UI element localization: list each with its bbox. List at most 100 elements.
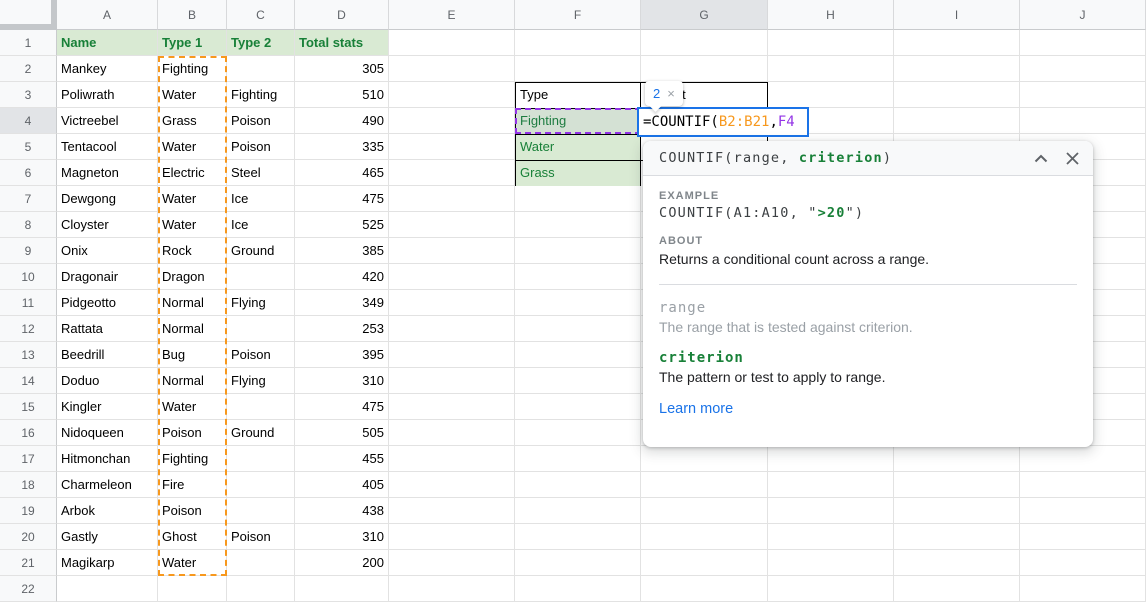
cell-C8[interactable]: Ice bbox=[227, 212, 295, 238]
cell-I19[interactable] bbox=[894, 498, 1020, 524]
cell-C19[interactable] bbox=[227, 498, 295, 524]
cell-H1[interactable] bbox=[768, 30, 894, 56]
row-header-9[interactable]: 9 bbox=[0, 238, 57, 264]
cell-B16[interactable]: Poison bbox=[158, 420, 227, 446]
cell-F4[interactable]: Fighting bbox=[516, 109, 641, 135]
formula-editor[interactable]: =COUNTIF(B2:B21,F4 bbox=[637, 107, 809, 137]
cell-A19[interactable]: Arbok bbox=[57, 498, 158, 524]
cell-A18[interactable]: Charmeleon bbox=[57, 472, 158, 498]
cell-C20[interactable]: Poison bbox=[227, 524, 295, 550]
cell-D22[interactable] bbox=[295, 576, 389, 602]
cell-B1[interactable]: Type 1 bbox=[158, 30, 227, 56]
cell-C18[interactable] bbox=[227, 472, 295, 498]
cell-G17[interactable] bbox=[641, 446, 768, 472]
cell-E21[interactable] bbox=[389, 550, 515, 576]
cell-H20[interactable] bbox=[768, 524, 894, 550]
cell-D10[interactable]: 420 bbox=[295, 264, 389, 290]
column-header-D[interactable]: D bbox=[295, 0, 389, 30]
cell-D18[interactable]: 405 bbox=[295, 472, 389, 498]
row-header-3[interactable]: 3 bbox=[0, 82, 57, 108]
row-header-8[interactable]: 8 bbox=[0, 212, 57, 238]
collapse-icon[interactable] bbox=[1034, 154, 1048, 163]
cell-D6[interactable]: 465 bbox=[295, 160, 389, 186]
cell-B11[interactable]: Normal bbox=[158, 290, 227, 316]
cell-C12[interactable] bbox=[227, 316, 295, 342]
cell-C15[interactable] bbox=[227, 394, 295, 420]
cell-G1[interactable] bbox=[641, 30, 768, 56]
cell-A9[interactable]: Onix bbox=[57, 238, 158, 264]
cell-D20[interactable]: 310 bbox=[295, 524, 389, 550]
cell-B10[interactable]: Dragon bbox=[158, 264, 227, 290]
cell-B2[interactable]: Fighting bbox=[158, 56, 227, 82]
cell-A21[interactable]: Magikarp bbox=[57, 550, 158, 576]
cell-E22[interactable] bbox=[389, 576, 515, 602]
cell-A13[interactable]: Beedrill bbox=[57, 342, 158, 368]
preview-close-icon[interactable]: × bbox=[667, 86, 675, 101]
cell-F3[interactable]: Type bbox=[516, 83, 641, 109]
row-header-6[interactable]: 6 bbox=[0, 160, 57, 186]
cell-B20[interactable]: Ghost bbox=[158, 524, 227, 550]
cell-F2[interactable] bbox=[515, 56, 641, 82]
cell-I1[interactable] bbox=[894, 30, 1020, 56]
cell-D11[interactable]: 349 bbox=[295, 290, 389, 316]
cell-C2[interactable] bbox=[227, 56, 295, 82]
row-header-13[interactable]: 13 bbox=[0, 342, 57, 368]
cell-B9[interactable]: Rock bbox=[158, 238, 227, 264]
cell-F21[interactable] bbox=[515, 550, 641, 576]
row-header-20[interactable]: 20 bbox=[0, 524, 57, 550]
cell-E13[interactable] bbox=[389, 342, 515, 368]
cell-E12[interactable] bbox=[389, 316, 515, 342]
cell-F12[interactable] bbox=[515, 316, 641, 342]
cell-D5[interactable]: 335 bbox=[295, 134, 389, 160]
cell-C14[interactable]: Flying bbox=[227, 368, 295, 394]
cell-E20[interactable] bbox=[389, 524, 515, 550]
cell-B21[interactable]: Water bbox=[158, 550, 227, 576]
cell-I21[interactable] bbox=[894, 550, 1020, 576]
cell-A1[interactable]: Name bbox=[57, 30, 158, 56]
cell-H22[interactable] bbox=[768, 576, 894, 602]
row-header-5[interactable]: 5 bbox=[0, 134, 57, 160]
cell-B6[interactable]: Electric bbox=[158, 160, 227, 186]
cell-F22[interactable] bbox=[515, 576, 641, 602]
cell-D17[interactable]: 455 bbox=[295, 446, 389, 472]
cell-D2[interactable]: 305 bbox=[295, 56, 389, 82]
cell-D16[interactable]: 505 bbox=[295, 420, 389, 446]
close-icon[interactable] bbox=[1066, 152, 1079, 165]
cell-F17[interactable] bbox=[515, 446, 641, 472]
cell-F15[interactable] bbox=[515, 394, 641, 420]
cell-C1[interactable]: Type 2 bbox=[227, 30, 295, 56]
cell-D15[interactable]: 475 bbox=[295, 394, 389, 420]
cell-B17[interactable]: Fighting bbox=[158, 446, 227, 472]
cell-I17[interactable] bbox=[894, 446, 1020, 472]
cell-F9[interactable] bbox=[515, 238, 641, 264]
cell-D14[interactable]: 310 bbox=[295, 368, 389, 394]
cell-J22[interactable] bbox=[1020, 576, 1146, 602]
cell-J4[interactable] bbox=[1020, 108, 1146, 134]
cell-A17[interactable]: Hitmonchan bbox=[57, 446, 158, 472]
cell-J2[interactable] bbox=[1020, 56, 1146, 82]
cell-E19[interactable] bbox=[389, 498, 515, 524]
column-header-B[interactable]: B bbox=[158, 0, 227, 30]
cell-F5[interactable]: Water bbox=[516, 135, 641, 161]
cell-A12[interactable]: Rattata bbox=[57, 316, 158, 342]
cell-D4[interactable]: 490 bbox=[295, 108, 389, 134]
cell-F1[interactable] bbox=[515, 30, 641, 56]
row-header-2[interactable]: 2 bbox=[0, 56, 57, 82]
row-header-21[interactable]: 21 bbox=[0, 550, 57, 576]
cell-C13[interactable]: Poison bbox=[227, 342, 295, 368]
cell-D8[interactable]: 525 bbox=[295, 212, 389, 238]
cell-A5[interactable]: Tentacool bbox=[57, 134, 158, 160]
row-header-4[interactable]: 4 bbox=[0, 108, 57, 134]
cell-E2[interactable] bbox=[389, 56, 515, 82]
cell-I22[interactable] bbox=[894, 576, 1020, 602]
cell-H17[interactable] bbox=[768, 446, 894, 472]
cell-G19[interactable] bbox=[641, 498, 768, 524]
cell-D1[interactable]: Total stats bbox=[295, 30, 389, 56]
cell-I3[interactable] bbox=[894, 82, 1020, 108]
cell-J21[interactable] bbox=[1020, 550, 1146, 576]
cell-A14[interactable]: Doduo bbox=[57, 368, 158, 394]
cell-J3[interactable] bbox=[1020, 82, 1146, 108]
cell-E5[interactable] bbox=[389, 134, 515, 160]
cell-F14[interactable] bbox=[515, 368, 641, 394]
column-header-E[interactable]: E bbox=[389, 0, 515, 30]
